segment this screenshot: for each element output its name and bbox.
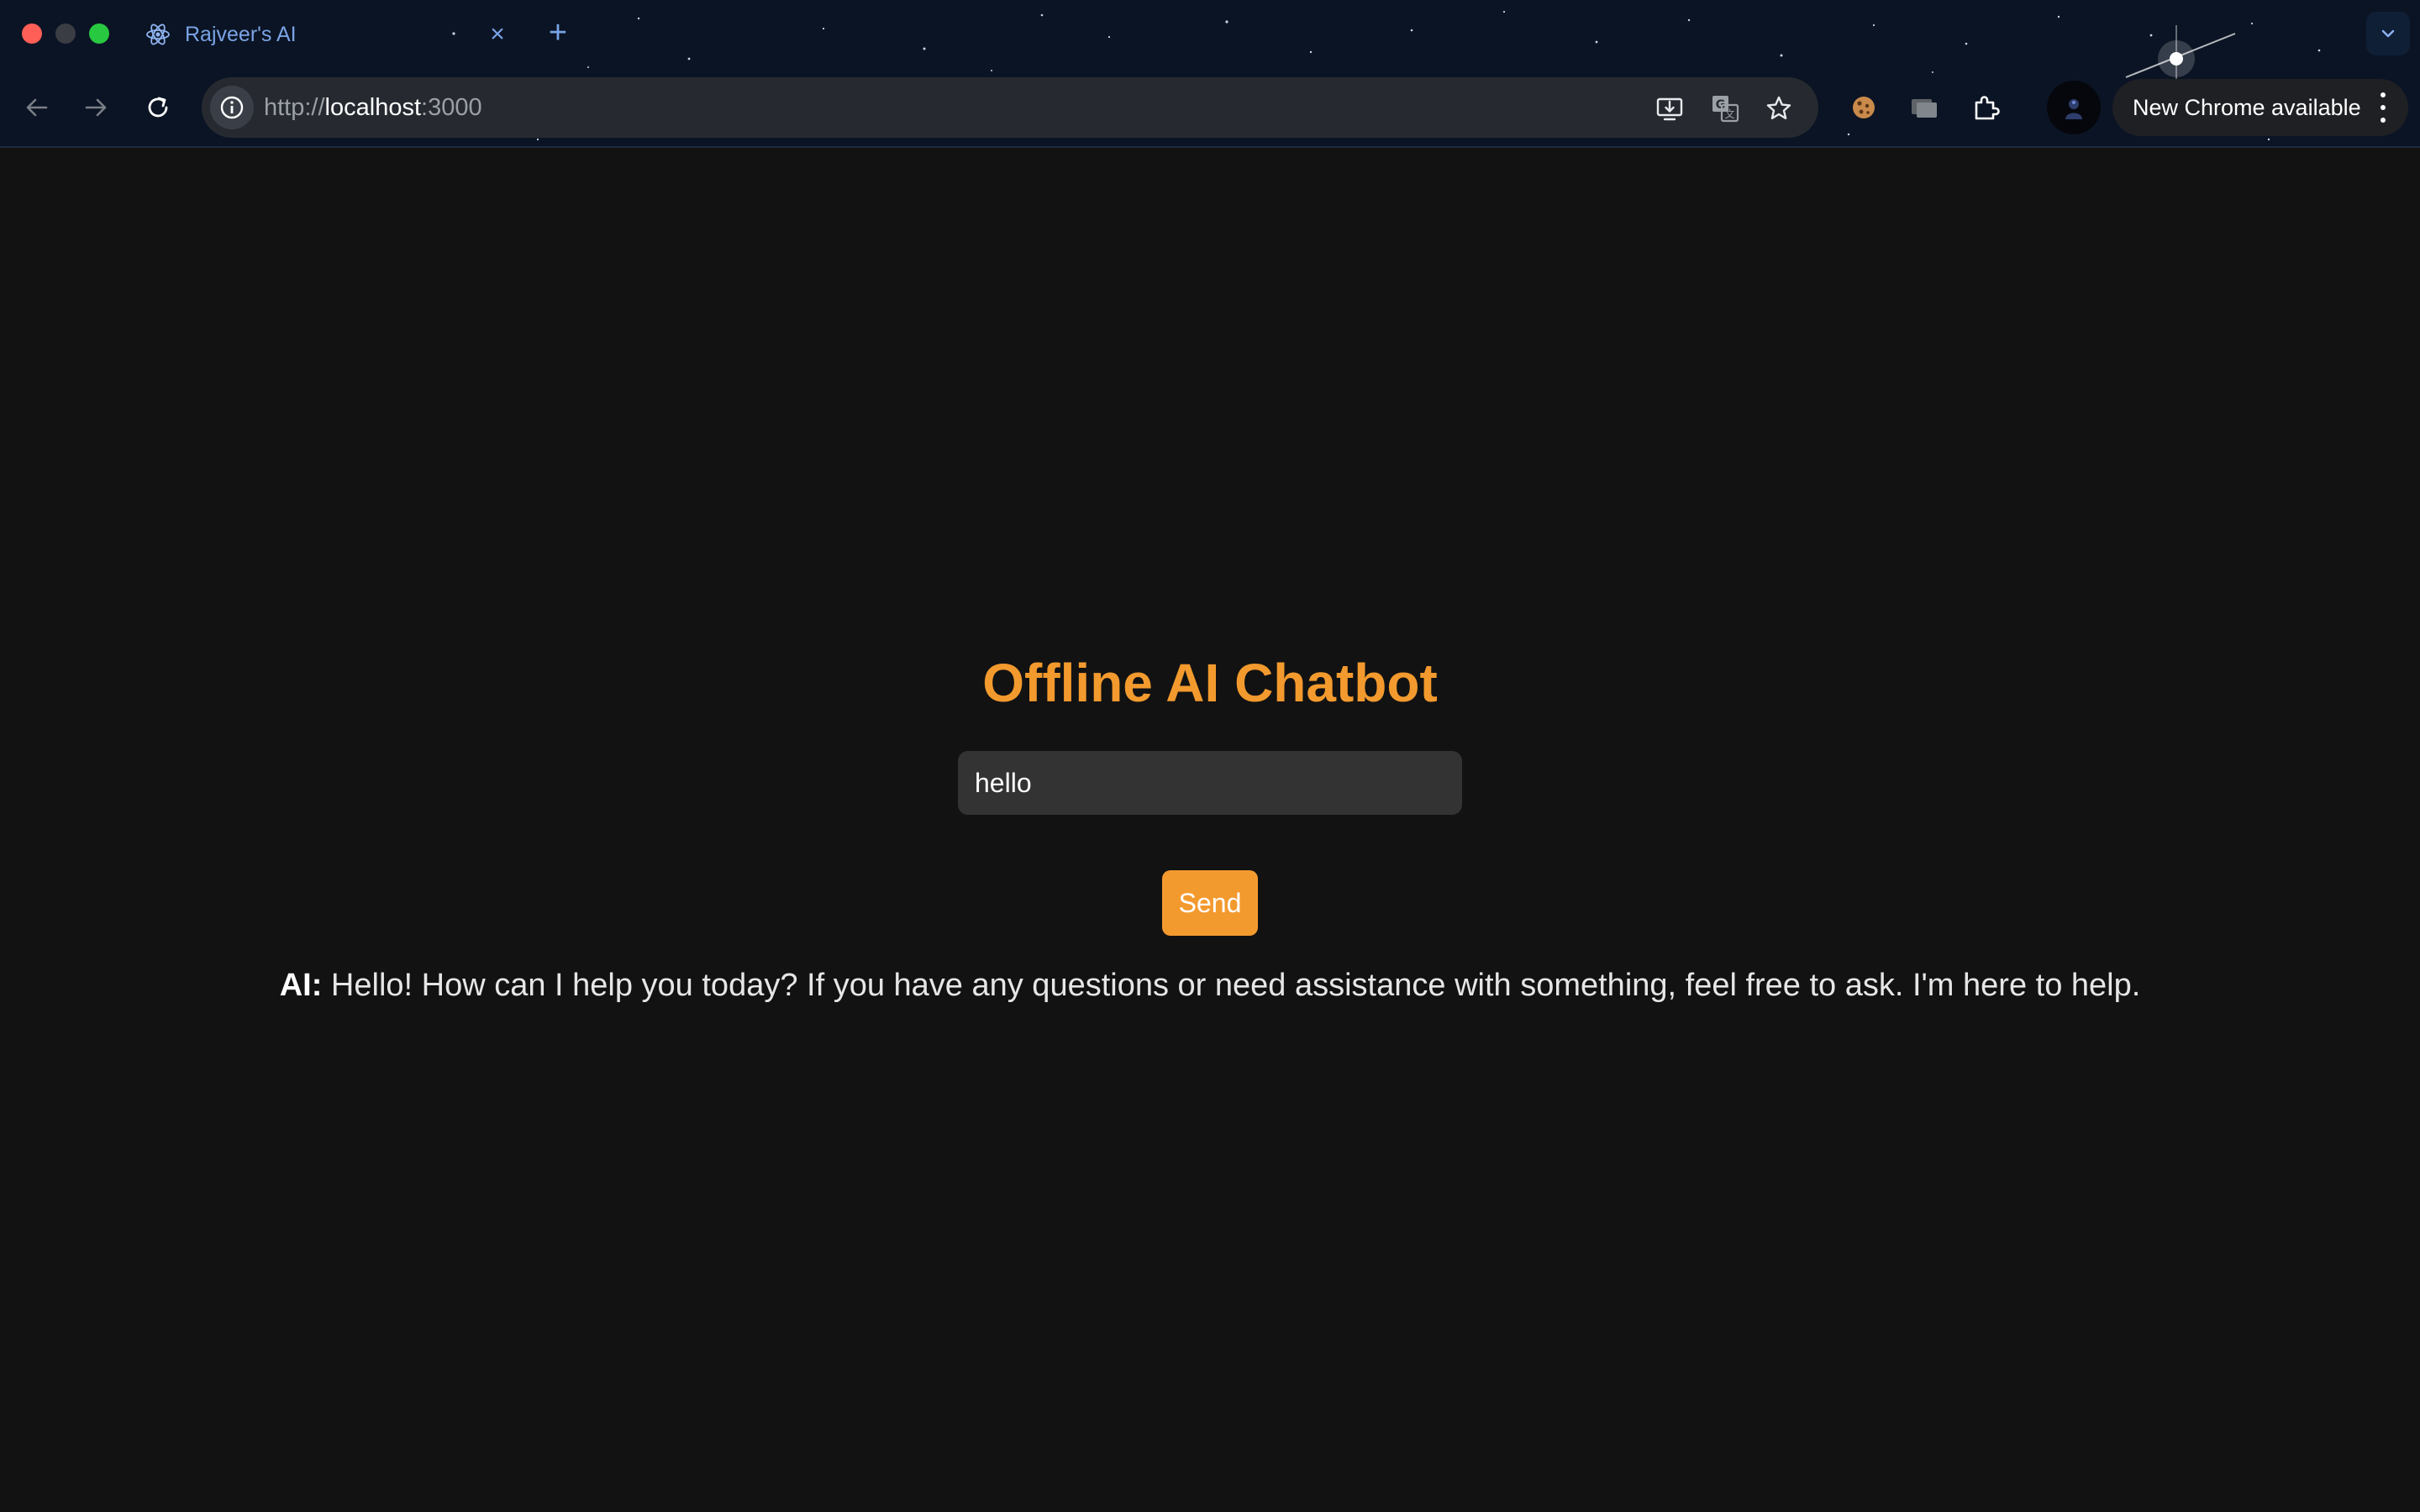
address-bar[interactable]: http://localhost:3000 G 文 (202, 77, 1818, 138)
tab-title: Rajveer's AI (185, 22, 297, 46)
chevron-down-icon (2381, 29, 2395, 38)
browser-chrome: Rajveer's AI × + http://localhost:3000 G… (0, 0, 2420, 148)
chrome-update-button[interactable]: New Chrome available (2112, 79, 2408, 136)
window-minimize-button[interactable] (55, 24, 76, 44)
ai-response: AI: Hello! How can I help you today? If … (0, 968, 2420, 1004)
url-scheme: http:// (264, 94, 325, 121)
kebab-menu-icon[interactable] (2375, 92, 2391, 123)
response-text: Hello! How can I help you today? If you … (330, 968, 2141, 1003)
send-button[interactable]: Send (1162, 870, 1258, 936)
page-title: Offline AI Chatbot (982, 653, 1438, 713)
browser-tab[interactable]: Rajveer's AI × (139, 13, 518, 55)
window-maximize-button[interactable] (89, 24, 109, 44)
tab-search-button[interactable] (2366, 12, 2410, 55)
message-input[interactable] (958, 751, 1462, 815)
site-info-button[interactable] (210, 86, 254, 129)
svg-text:文: 文 (1724, 108, 1734, 120)
forward-button[interactable] (77, 89, 114, 126)
url-host: localhost (324, 94, 422, 121)
install-app-icon[interactable] (1654, 92, 1686, 124)
url-text[interactable]: http://localhost:3000 (264, 94, 482, 122)
puzzle-extensions-icon[interactable] (1970, 91, 2003, 124)
react-atom-icon (145, 21, 171, 48)
reload-icon (148, 97, 168, 118)
bookmark-star-icon[interactable] (1763, 92, 1795, 124)
reload-button[interactable] (139, 89, 176, 126)
arrow-left-icon (26, 98, 48, 117)
tab-close-icon[interactable]: × (482, 20, 513, 49)
arrow-right-icon (85, 98, 107, 117)
chatbot-page: Offline AI Chatbot Send AI: Hello! How c… (0, 148, 2420, 1512)
back-button[interactable] (18, 89, 55, 126)
update-label: New Chrome available (2133, 94, 2361, 120)
cookie-extension-icon[interactable] (1847, 91, 1881, 124)
cards-extension-icon[interactable] (1907, 91, 1941, 124)
translate-icon[interactable]: G 文 (1709, 92, 1741, 124)
info-icon (220, 96, 244, 119)
profile-avatar[interactable] (2047, 81, 2101, 134)
avatar-icon (2065, 99, 2082, 119)
url-port: :3000 (421, 94, 482, 121)
new-tab-plus-icon[interactable]: + (541, 15, 575, 51)
response-speaker: AI: (279, 968, 323, 1003)
window-close-button[interactable] (22, 24, 42, 44)
